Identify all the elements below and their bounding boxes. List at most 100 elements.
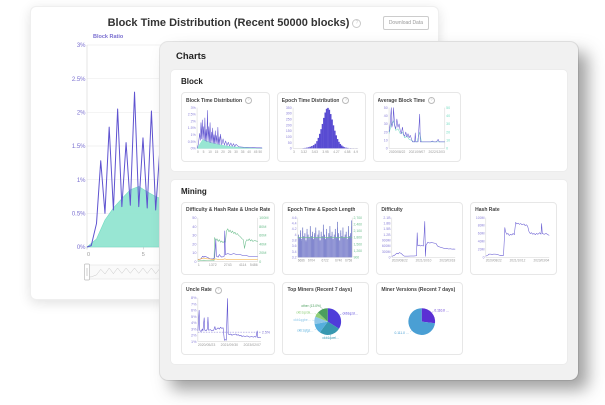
svg-text:3.6: 3.6 xyxy=(292,244,297,248)
chart-card[interactable]: Epoch Time Distribution?3503002502001501… xyxy=(277,92,366,162)
series xyxy=(198,228,258,260)
chart-card-title: Difficulty xyxy=(381,206,458,215)
svg-text:0: 0 xyxy=(194,259,196,263)
svg-text:10: 10 xyxy=(383,138,387,142)
svg-text:40: 40 xyxy=(192,224,196,228)
chart-card[interactable]: Uncle Rate?8%7%6%5%4%3%2%1%2020/05/23202… xyxy=(181,282,275,355)
section-mining: MiningDifficulty & Hash Rate & Uncle Rat… xyxy=(170,179,568,365)
svg-text:50: 50 xyxy=(383,106,387,110)
series xyxy=(302,108,357,148)
pie-label: ckb1qgbe… xyxy=(294,318,311,322)
mini-chart: 50403020100100M80M60M40M20M0113722743411… xyxy=(186,215,270,273)
svg-text:2.1B: 2.1B xyxy=(384,215,392,219)
svg-text:1,200: 1,200 xyxy=(354,248,363,252)
chart-title-text: Epoch Time Distribution xyxy=(282,98,340,104)
section-title: Mining xyxy=(181,187,557,196)
svg-text:3.32: 3.32 xyxy=(300,150,307,154)
svg-text:3.95: 3.95 xyxy=(322,150,329,154)
svg-text:1%: 1% xyxy=(77,178,86,184)
svg-text:2021/10/12: 2021/10/12 xyxy=(510,258,526,262)
info-icon[interactable]: ? xyxy=(342,97,349,104)
pie-label: 0.111.0 … xyxy=(395,330,410,334)
chart-card[interactable]: Epoch Time & Epoch Length4.64.44.243.83.… xyxy=(282,202,369,275)
info-icon[interactable]: ? xyxy=(352,19,361,28)
svg-text:4.6: 4.6 xyxy=(292,215,297,219)
pie-slices: 0.110.0 …0.111.0 … xyxy=(395,308,450,335)
svg-text:3.4: 3.4 xyxy=(292,249,297,253)
svg-text:40: 40 xyxy=(383,114,387,118)
svg-text:200: 200 xyxy=(286,123,292,127)
svg-text:45: 45 xyxy=(254,150,258,154)
info-icon[interactable]: ? xyxy=(215,287,222,294)
svg-text:2,400: 2,400 xyxy=(354,222,363,226)
svg-text:3%: 3% xyxy=(77,43,86,49)
svg-text:3%: 3% xyxy=(191,327,197,331)
svg-text:2.5%: 2.5% xyxy=(188,113,196,117)
background-card-title-row: Block Time Distribution (Recent 50000 bl… xyxy=(31,17,438,29)
svg-text:100M: 100M xyxy=(259,216,268,220)
info-icon[interactable]: ? xyxy=(428,97,435,104)
chart-card-title: Block Time Distribution? xyxy=(186,96,265,105)
chart-card-title: Epoch Time & Epoch Length xyxy=(287,206,364,215)
foreground-card: Charts BlockBlock Time Distribution?3%2.… xyxy=(160,42,578,380)
section-title: Block xyxy=(181,77,557,86)
pie-slices: ckb1qzd…ckb1qwel…ckb1qtgz…ckb1qgbe…ckb1q… xyxy=(294,304,358,340)
chart-title-text: Hash Rate xyxy=(475,207,499,213)
series xyxy=(392,221,455,256)
pie-label-leader xyxy=(315,313,317,314)
svg-text:900M: 900M xyxy=(382,238,391,242)
chart-card[interactable]: Hash Rate100M80M60M40M20M02020/08/222021… xyxy=(470,202,557,275)
chart-card[interactable]: Top Miners (Recent 7 days) ckb1qzd…ckb1qw… xyxy=(282,282,369,355)
svg-text:10: 10 xyxy=(192,251,196,255)
chart-card-title: Epoch Time Distribution? xyxy=(282,96,361,105)
mini-chart: 0.110.0 …0.111.0 … xyxy=(381,295,458,348)
svg-text:0.5%: 0.5% xyxy=(72,211,86,217)
svg-text:4.9: 4.9 xyxy=(353,150,358,154)
series xyxy=(298,220,352,257)
mini-chart: 3%2.5%2%1.5%1%0.5%0%05101520253035404550 xyxy=(186,105,265,160)
sections: BlockBlock Time Distribution?3%2.5%2%1.5… xyxy=(160,69,578,365)
svg-text:0: 0 xyxy=(483,255,485,259)
info-icon[interactable]: ? xyxy=(245,97,252,104)
svg-text:100M: 100M xyxy=(476,215,485,219)
svg-text:50: 50 xyxy=(258,150,262,154)
svg-text:6704: 6704 xyxy=(308,258,315,262)
svg-text:1.5%: 1.5% xyxy=(188,126,196,130)
svg-text:4114: 4114 xyxy=(239,263,247,267)
chart-title-text: Epoch Time & Epoch Length xyxy=(287,207,355,213)
svg-text:60M: 60M xyxy=(478,231,485,235)
mini-chart: ckb1qzd…ckb1qwel…ckb1qtgz…ckb1qgbe…ckb1q… xyxy=(287,295,364,348)
svg-text:8%: 8% xyxy=(191,296,197,300)
series: 2.5% xyxy=(198,298,271,340)
svg-text:15: 15 xyxy=(215,150,219,154)
chart-card[interactable]: Miner Versions (Recent 7 days)0.110.0 …0… xyxy=(376,282,463,355)
chart-canvas: 4.64.44.243.83.63.43.22,7002,4002,1001,8… xyxy=(287,215,364,263)
svg-text:50: 50 xyxy=(192,216,196,220)
download-data-button[interactable]: Download Data xyxy=(383,16,429,30)
chart-card[interactable]: Average Block Time?504030201005040302010… xyxy=(373,92,462,162)
chart-card[interactable]: Difficulty & Hash Rate & Uncle Rate50403… xyxy=(181,202,275,275)
chart-card-title: Top Miners (Recent 7 days) xyxy=(287,286,364,295)
svg-text:3%: 3% xyxy=(191,106,196,110)
chart-card[interactable]: Block Time Distribution?3%2.5%2%1.5%1%0.… xyxy=(181,92,270,162)
svg-text:3.63: 3.63 xyxy=(311,150,318,154)
svg-text:25: 25 xyxy=(228,150,232,154)
chart-canvas: 50403020100100M80M60M40M20M0113722743411… xyxy=(186,215,270,268)
svg-text:80M: 80M xyxy=(259,224,266,228)
pie-slice[interactable] xyxy=(422,308,435,323)
svg-text:1.8B: 1.8B xyxy=(384,221,392,225)
svg-text:5: 5 xyxy=(142,252,145,258)
svg-text:3.8: 3.8 xyxy=(292,238,297,242)
svg-text:4: 4 xyxy=(295,232,297,236)
pie-label-leader xyxy=(315,328,317,329)
series xyxy=(389,108,445,142)
chart-grid: Block Time Distribution?3%2.5%2%1.5%1%0.… xyxy=(181,92,557,162)
svg-text:0: 0 xyxy=(385,147,387,151)
svg-text:0: 0 xyxy=(389,255,391,259)
chart-canvas: ckb1qzd…ckb1qwel…ckb1qtgz…ckb1qgbe…ckb1q… xyxy=(287,295,364,343)
chart-title-text: Top Miners (Recent 7 days) xyxy=(287,287,352,293)
chart-card[interactable]: Difficulty2.1B1.8B1.5B1.2B900M600M300M02… xyxy=(376,202,463,275)
chart-title-text: Uncle Rate xyxy=(186,287,212,293)
axis-labels: 2.1B1.8B1.5B1.2B900M600M300M02020/08/222… xyxy=(382,215,456,262)
chart-title-text: Average Block Time xyxy=(378,98,426,104)
